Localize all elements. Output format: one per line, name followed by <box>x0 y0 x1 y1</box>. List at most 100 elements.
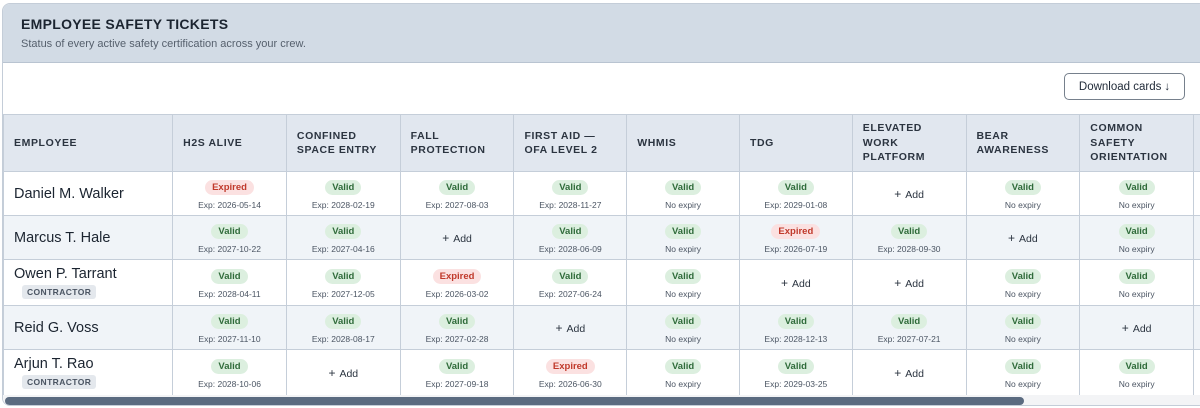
ticket-cell[interactable]: Valid No expiry <box>626 259 740 306</box>
ticket-cell[interactable]: Valid No expiry <box>965 259 1081 306</box>
add-label: Add <box>566 322 586 335</box>
add-ticket-button[interactable]: + Add <box>1122 321 1152 335</box>
ticket-cell[interactable]: Valid Exp: 2027-08-03 <box>399 171 515 216</box>
add-ticket-button[interactable]: + Add <box>328 366 358 380</box>
column-header-line: H2S ALIVE <box>183 136 243 149</box>
ticket-cell[interactable]: Valid No expiry <box>965 305 1081 350</box>
add-ticket-button[interactable]: + Add <box>894 187 924 201</box>
employee-cell: Reid G. Voss <box>3 305 174 350</box>
ticket-cell[interactable]: Valid No expiry <box>1079 259 1195 306</box>
ticket-cell[interactable]: + Add <box>965 215 1081 260</box>
expiry-date: Exp: 2027-11-10 <box>198 334 261 344</box>
column-header: COMMON SAFETY ORIENTATION <box>1079 114 1195 172</box>
ticket-cell[interactable]: Valid Exp: 2028-06-09 <box>513 215 628 260</box>
add-ticket-button[interactable]: + Add <box>442 231 472 245</box>
ticket-cell[interactable]: Expired Exp: 2026-05-14 <box>172 171 287 216</box>
column-header-line: PROTECTION <box>410 144 486 156</box>
ticket-cell[interactable]: Valid Exp: 2029-01-08 <box>738 171 853 216</box>
status-badge: Valid <box>664 224 702 239</box>
expiry-date: Exp: 2028-12-13 <box>764 334 828 344</box>
expiry-date: Exp: 2027-08-03 <box>425 200 489 210</box>
download-cards-button[interactable]: Download cards ↓ <box>1064 73 1185 100</box>
panel-header: EMPLOYEE SAFETY TICKETS Status of every … <box>3 4 1200 63</box>
ticket-cell[interactable]: Valid Exp: 2028-09-30 <box>851 215 967 260</box>
ticket-cell[interactable]: Valid No expiry <box>1079 171 1195 216</box>
ticket-cell[interactable]: + Add <box>399 215 515 260</box>
ticket-cell[interactable]: Valid No expiry <box>1079 349 1195 396</box>
status-badge: Valid <box>1118 224 1155 239</box>
add-ticket-button[interactable]: + Add <box>781 276 811 290</box>
plus-icon: + <box>1121 320 1129 335</box>
scrollbar-thumb[interactable] <box>5 397 1024 405</box>
status-badge: Valid <box>438 180 476 195</box>
column-header-line: ORIENTATION <box>1090 151 1168 164</box>
ticket-cell[interactable]: Valid Exp: 2028-02-19 <box>285 171 401 216</box>
add-label: Add <box>905 367 924 380</box>
expiry-date: No expiry <box>1004 334 1041 344</box>
ticket-cell[interactable]: Expired Exp: 2026-06-30 <box>513 349 628 396</box>
ticket-cell[interactable]: Valid No expiry <box>626 171 740 216</box>
ticket-cell[interactable]: Valid No expiry <box>626 305 740 350</box>
ticket-cell[interactable]: Valid Exp: 2027-04-16 <box>285 215 401 260</box>
expiry-date: Exp: 2028-10-06 <box>198 379 261 389</box>
expiry-date: No expiry <box>665 379 702 389</box>
ticket-cell[interactable]: Valid Exp: 2028-10-06 <box>172 349 287 396</box>
expiry-date: Exp: 2027-10-22 <box>198 244 261 254</box>
ticket-cell[interactable]: Valid Exp: 2028-04-11 <box>172 259 287 306</box>
ticket-cell[interactable]: Valid Exp: 2027-06-24 <box>513 259 628 306</box>
add-ticket-button[interactable]: + Add <box>555 321 585 335</box>
ticket-cell[interactable]: Valid Exp: 2027-09-18 <box>399 349 515 396</box>
expiry-date: Exp: 2026-05-14 <box>198 200 261 210</box>
column-header: WHMIS <box>626 114 740 172</box>
download-cards-label: Download cards <box>1078 80 1162 93</box>
ticket-cell[interactable]: Valid No expiry <box>965 349 1081 396</box>
table-row: Marcus T. Hale Valid Exp: 2027-10-22 Valid E… <box>3 215 1200 260</box>
ticket-cell[interactable]: + Add <box>513 305 628 350</box>
expiry-date: Exp: 2027-09-18 <box>425 379 489 389</box>
ticket-cell <box>1193 349 1200 396</box>
page-subtitle: Status of every active safety certificat… <box>21 38 306 50</box>
column-header-line: BEAR <box>976 129 1009 142</box>
ticket-cell[interactable]: Expired Exp: 2026-03-02 <box>399 259 515 306</box>
ticket-cell <box>1193 259 1200 306</box>
column-header: FIRST AID — OFA LEVEL 2 <box>513 114 628 172</box>
status-badge: Valid <box>325 180 362 195</box>
add-ticket-button[interactable]: + Add <box>1008 231 1038 245</box>
column-header-line: SAFETY <box>1090 136 1136 149</box>
ticket-cell[interactable]: + Add <box>851 349 967 396</box>
ticket-cell[interactable]: Valid Exp: 2028-11-27 <box>513 171 628 216</box>
expiry-date: Exp: 2028-06-09 <box>538 244 602 254</box>
expiry-date: No expiry <box>1004 379 1041 389</box>
ticket-cell[interactable]: Valid Exp: 2029-03-25 <box>738 349 853 396</box>
ticket-cell[interactable]: Valid Exp: 2027-07-21 <box>851 305 967 350</box>
ticket-cell[interactable]: Expired Exp: 2026-07-19 <box>738 215 853 260</box>
column-header-line: FALL <box>410 129 440 142</box>
employee-name: Owen P. Tarrant <box>14 265 117 282</box>
ticket-cell[interactable]: + Add <box>738 259 853 306</box>
ticket-cell[interactable]: + Add <box>851 171 967 216</box>
ticket-cell[interactable]: Valid Exp: 2027-12-05 <box>285 259 401 306</box>
status-badge: Valid <box>438 314 476 329</box>
ticket-cell[interactable]: + Add <box>1079 305 1195 350</box>
ticket-cell[interactable]: Valid No expiry <box>965 171 1081 216</box>
plus-icon: + <box>442 230 450 245</box>
ticket-cell[interactable]: Valid No expiry <box>1079 215 1195 260</box>
add-ticket-button[interactable]: + Add <box>894 276 924 290</box>
expiry-date: Exp: 2027-02-28 <box>425 334 489 344</box>
ticket-cell[interactable]: Valid Exp: 2028-08-17 <box>285 305 401 350</box>
ticket-cell[interactable]: Valid No expiry <box>626 349 740 396</box>
horizontal-scrollbar[interactable] <box>3 395 1200 405</box>
ticket-cell <box>1193 215 1200 260</box>
ticket-cell[interactable]: + Add <box>285 349 401 396</box>
ticket-cell[interactable]: Valid Exp: 2027-11-10 <box>172 305 287 350</box>
status-badge: Valid <box>552 269 589 284</box>
ticket-cell[interactable]: Valid No expiry <box>626 215 740 260</box>
add-label: Add <box>905 188 924 201</box>
add-ticket-button[interactable]: + Add <box>894 366 924 380</box>
ticket-cell[interactable]: Valid Exp: 2027-02-28 <box>399 305 515 350</box>
arrow-down-icon: ↓ <box>1164 80 1171 93</box>
ticket-cell[interactable]: + Add <box>851 259 967 306</box>
ticket-cell[interactable]: Valid Exp: 2027-10-22 <box>172 215 287 260</box>
ticket-cell[interactable]: Valid Exp: 2028-12-13 <box>738 305 853 350</box>
add-label: Add <box>905 277 924 290</box>
